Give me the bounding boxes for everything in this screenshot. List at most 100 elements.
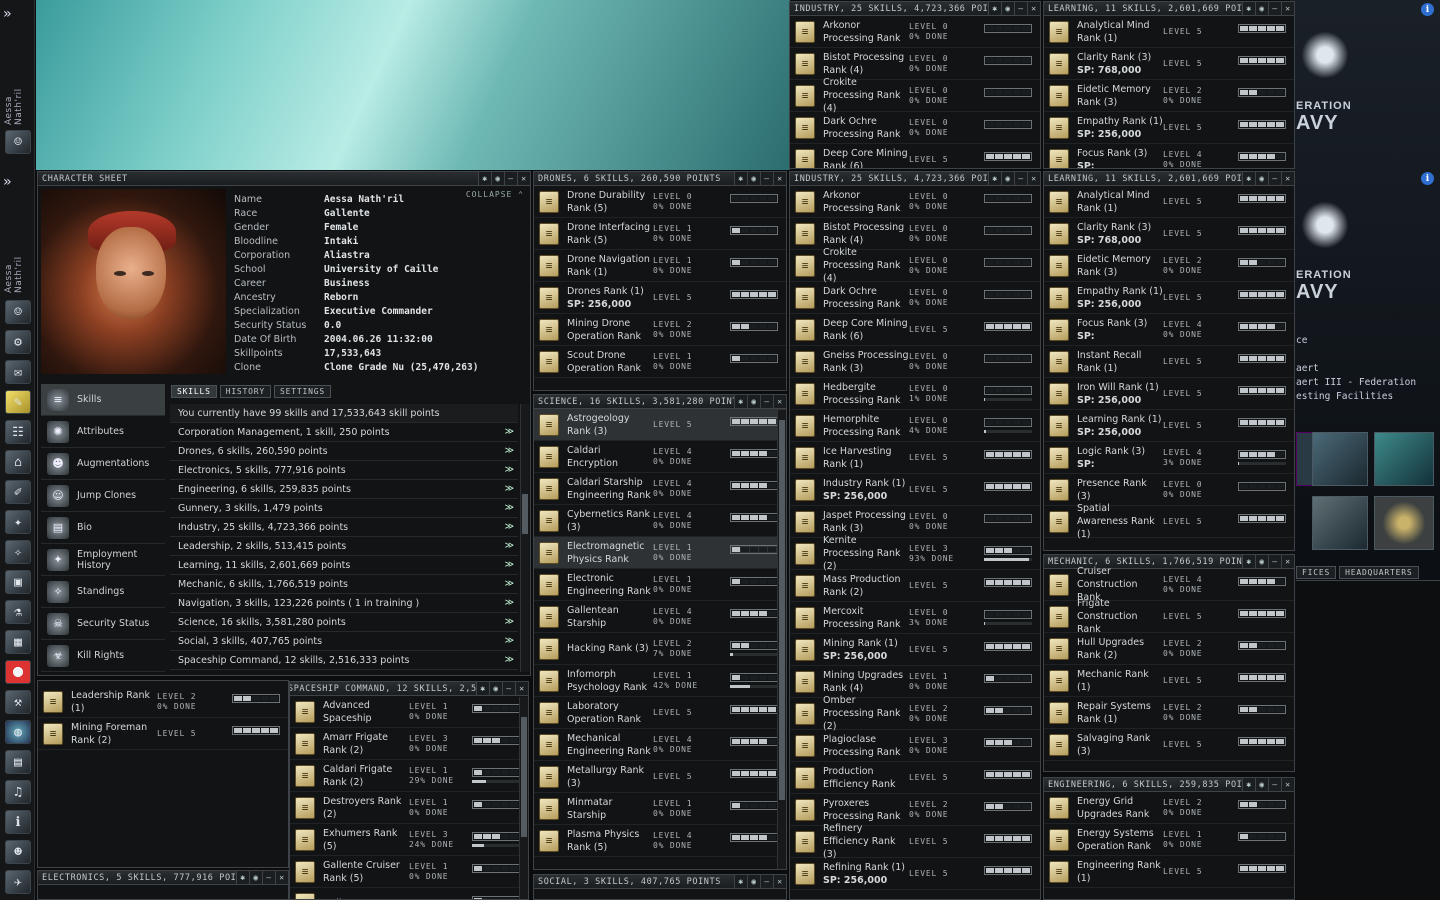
pin-icon[interactable]: ✱ xyxy=(1242,172,1255,185)
close-icon[interactable]: ✕ xyxy=(1281,778,1294,791)
fitting-icon[interactable]: ⚙ xyxy=(5,330,31,354)
portrait-icon[interactable]: ☻ xyxy=(5,840,31,864)
skill-row[interactable]: ≡ Minmatar Starship LEVEL 1 0% DONE xyxy=(534,793,786,825)
skill-group-row[interactable]: Gunnery, 3 skills, 1,479 points ≫ xyxy=(170,499,518,518)
minimize-icon[interactable]: – xyxy=(1268,172,1281,185)
skill-group-row[interactable]: Engineering, 6 skills, 259,835 points ≫ xyxy=(170,480,518,499)
skill-row[interactable]: ≡ Refining Rank (1) SP: 256,000 LEVEL 5 xyxy=(790,858,1040,890)
nav-item-jump-clones[interactable]: ☺ Jump Clones xyxy=(41,480,165,512)
character-sheet-icon[interactable]: ☺ xyxy=(5,130,31,154)
skill-row[interactable]: ≡ Refinery Efficiency Rank (3) LEVEL 5 xyxy=(790,823,1040,860)
minimize-icon[interactable]: – xyxy=(502,682,515,695)
skill-row[interactable]: ≡ Focus Rank (3) SP: LEVEL 4 0% DONE xyxy=(1044,144,1294,168)
skill-row[interactable]: ≡ Caldari Frigate Rank (2) LEVEL 1 29% DONE xyxy=(290,760,528,792)
options-icon[interactable]: ◉ xyxy=(747,875,760,888)
skill-row[interactable]: ≡ Industry Rank (1) SP: 256,000 LEVEL 5 xyxy=(790,474,1040,506)
chevron-down-icon[interactable]: ≫ xyxy=(505,541,514,551)
agent-icon[interactable] xyxy=(1374,496,1434,550)
notepad-icon[interactable]: ✎ xyxy=(5,390,31,414)
skill-row[interactable]: ≡ Metallurgy Rank (3) LEVEL 5 xyxy=(534,761,786,793)
skill-row[interactable]: ≡ Learning Rank (1) SP: 256,000 LEVEL 5 xyxy=(1044,410,1294,442)
nav-item-attributes[interactable]: ✺ Attributes xyxy=(41,416,165,448)
skill-row[interactable]: ≡ Gallente Cruiser Rank (5) LEVEL 1 0% DONE xyxy=(290,856,528,888)
skill-row[interactable]: ≡ Amarr Frigate Rank (2) LEVEL 3 0% DONE xyxy=(290,728,528,760)
browser-icon[interactable]: ◍ xyxy=(5,720,31,744)
tab-headquarters[interactable]: HEADQUARTERS xyxy=(1339,566,1419,579)
pin-icon[interactable]: ✱ xyxy=(1242,555,1255,568)
chevron-down-icon[interactable]: ≫ xyxy=(505,522,514,532)
skill-row[interactable]: ≡ Laboratory Operation Rank LEVEL 5 xyxy=(534,697,786,729)
science-icon[interactable]: ⚗ xyxy=(5,600,31,624)
scrollbar[interactable] xyxy=(777,410,786,869)
close-icon[interactable]: ✕ xyxy=(517,172,530,185)
minimize-icon[interactable]: – xyxy=(504,172,517,185)
contracts-icon[interactable]: ⚒ xyxy=(5,690,31,714)
pin-icon[interactable]: ✱ xyxy=(988,172,1001,185)
pin-icon[interactable]: ✱ xyxy=(476,682,489,695)
minimize-icon[interactable]: – xyxy=(1014,2,1027,15)
close-icon[interactable]: ✕ xyxy=(1281,172,1294,185)
minimize-icon[interactable]: – xyxy=(760,875,773,888)
skill-row[interactable]: ≡ Analytical Mind Rank (1) LEVEL 5 xyxy=(1044,16,1294,48)
tab-history[interactable]: HISTORY xyxy=(219,385,272,398)
skill-row[interactable]: ≡ Deep Core Mining Rank (6) LEVEL 5 xyxy=(790,314,1040,346)
skill-row[interactable]: ≡GallenteLEVEL 1 xyxy=(290,888,528,899)
options-icon[interactable]: ◉ xyxy=(1255,778,1268,791)
skill-row[interactable]: ≡ Hacking Rank (3) LEVEL 2 7% DONE xyxy=(534,633,786,665)
starmap-icon[interactable]: ✧ xyxy=(5,540,31,564)
service-icon[interactable] xyxy=(1374,432,1434,486)
info-icon[interactable]: i xyxy=(1421,172,1434,185)
skill-row[interactable]: ≡ Frigate Construction Rank LEVEL 5 xyxy=(1044,598,1294,635)
skill-row[interactable]: ≡ Astrogeology Rank (3) LEVEL 5 xyxy=(534,409,786,441)
nav-item-bio[interactable]: ▤ Bio xyxy=(41,512,165,544)
journal-icon[interactable]: ✐ xyxy=(5,480,31,504)
skill-row[interactable]: ≡ Mechanic Rank (1) LEVEL 5 xyxy=(1044,665,1294,697)
options-icon[interactable]: ◉ xyxy=(1255,172,1268,185)
skill-row[interactable]: ≡ Exhumers Rank (5) LEVEL 3 24% DONE xyxy=(290,824,528,856)
pin-icon[interactable]: ✱ xyxy=(478,172,491,185)
character-sheet-icon[interactable]: ☺ xyxy=(5,300,31,324)
skill-row[interactable]: ≡ Plasma Physics Rank (5) LEVEL 4 0% DONE xyxy=(534,825,786,857)
close-icon[interactable]: ✕ xyxy=(1027,2,1040,15)
minimize-icon[interactable]: – xyxy=(760,395,773,408)
market-icon[interactable]: ⌂ xyxy=(5,450,31,474)
nav-item-employment-history[interactable]: ✦ Employment History xyxy=(41,544,165,576)
skill-row[interactable]: ≡ Mining Rank (1) SP: 256,000 LEVEL 5 xyxy=(790,634,1040,666)
minimize-icon[interactable]: – xyxy=(262,871,275,884)
ship-icon[interactable]: ✈ xyxy=(5,870,31,894)
close-icon[interactable]: ✕ xyxy=(773,875,786,888)
skill-row[interactable]: ≡ Infomorph Psychology Rank LEVEL 1 42% DON… xyxy=(534,665,786,697)
info-icon[interactable]: i xyxy=(1421,3,1434,16)
options-icon[interactable]: ◉ xyxy=(1001,2,1014,15)
audio-icon[interactable]: ♫ xyxy=(5,780,31,804)
options-icon[interactable]: ◉ xyxy=(1001,172,1014,185)
skill-row[interactable]: ≡ Hull Upgrades Rank (2) LEVEL 2 0% DONE xyxy=(1044,633,1294,665)
skill-row[interactable]: ≡ Crokite Processing Rank (4) LEVEL 0 0% DO… xyxy=(790,77,1040,114)
skill-group-row[interactable]: Drones, 6 skills, 260,590 points ≫ xyxy=(170,442,518,461)
nav-item-security-status[interactable]: ☠ Security Status xyxy=(41,608,165,640)
skill-row[interactable]: ≡ Caldari Encryption LEVEL 4 0% DONE xyxy=(534,441,786,473)
skill-row[interactable]: ≡ Destroyers Rank (2) LEVEL 1 0% DONE xyxy=(290,792,528,824)
options-icon[interactable]: ◉ xyxy=(491,172,504,185)
skill-row[interactable]: ≡ Engineering Rank (1) LEVEL 5 xyxy=(1044,856,1294,888)
skill-row[interactable]: ≡ Hemorphite Processing Rank LEVEL 0 4% DON… xyxy=(790,410,1040,442)
skill-row[interactable]: ≡ Production Efficiency Rank LEVEL 5 xyxy=(790,762,1040,794)
skill-row[interactable]: ≡ Repair Systems Rank (1) LEVEL 2 0% DONE xyxy=(1044,697,1294,729)
skill-group-row[interactable]: Electronics, 5 skills, 777,916 points ≫ xyxy=(170,461,518,480)
pin-icon[interactable]: ✱ xyxy=(1242,2,1255,15)
service-icon[interactable] xyxy=(1312,432,1368,486)
skill-row[interactable]: ≡ Mercoxit Processing Rank LEVEL 0 3% DONE xyxy=(790,602,1040,634)
tab-skills[interactable]: SKILLS xyxy=(171,385,217,398)
skill-row[interactable]: ≡ Instant Recall Rank (1) LEVEL 5 xyxy=(1044,346,1294,378)
nav-item-skills[interactable]: ≡ Skills xyxy=(41,384,165,416)
skill-row[interactable]: ≡ Cybernetics Rank (3) LEVEL 4 0% DONE xyxy=(534,505,786,537)
pin-icon[interactable]: ✱ xyxy=(1242,778,1255,791)
chevron-down-icon[interactable]: ≫ xyxy=(505,617,514,627)
minimize-icon[interactable]: – xyxy=(1268,2,1281,15)
options-icon[interactable]: ◉ xyxy=(1255,2,1268,15)
options-icon[interactable]: ◉ xyxy=(747,395,760,408)
pin-icon[interactable]: ✱ xyxy=(988,2,1001,15)
skill-group-row[interactable]: Leadership, 2 skills, 513,415 points ≫ xyxy=(170,537,518,556)
skill-row[interactable]: ≡ Energy Grid Upgrades Rank LEVEL 2 0% DONE xyxy=(1044,792,1294,824)
skill-row[interactable]: ≡ Crokite Processing Rank (4) LEVEL 0 0% DO… xyxy=(790,247,1040,284)
